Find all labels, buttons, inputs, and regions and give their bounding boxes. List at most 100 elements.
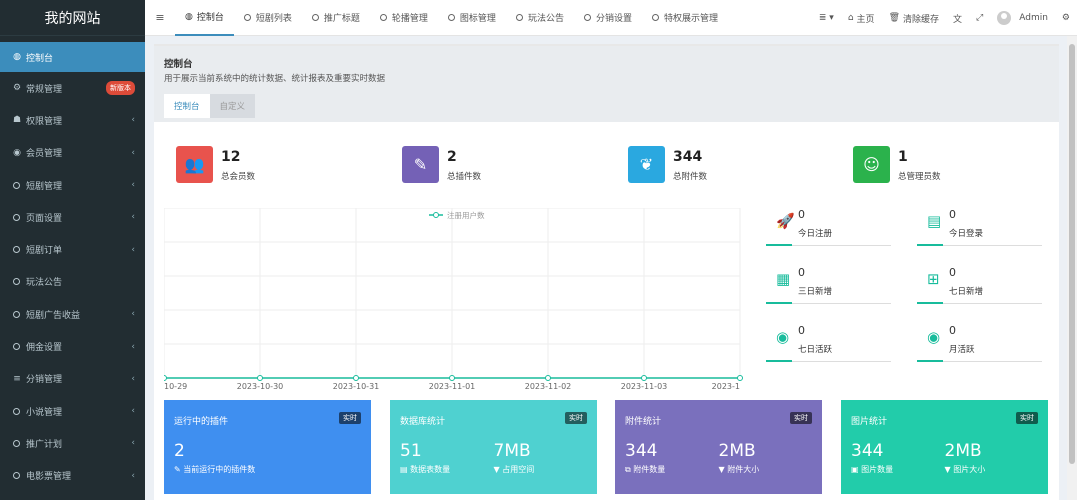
sidebar-item-commission[interactable]: 佣金设置 ‹	[0, 330, 145, 362]
home-link[interactable]: ⌂ 主页	[841, 12, 882, 25]
card-title: 数据库统计	[400, 417, 446, 427]
card-sub-text: 附件数量	[633, 465, 666, 474]
chevron-left-icon: ‹	[131, 406, 135, 417]
clear-cache-button[interactable]: 🗑 清除缓存	[882, 12, 946, 25]
tab-icons[interactable]: 图标管理	[438, 0, 506, 36]
stat-attachments: ❦ 344 总附件数	[628, 146, 707, 183]
data-point	[737, 375, 743, 381]
sidebar-item-promotion[interactable]: 推广计划 ‹	[0, 427, 145, 459]
scrollbar-thumb[interactable]	[1069, 44, 1075, 464]
vcard-icon: ▤	[927, 212, 942, 230]
data-point	[641, 375, 647, 381]
translate-icon[interactable]: 文	[946, 12, 969, 25]
settings-icon[interactable]: ⚙	[1055, 13, 1077, 23]
page-description: 用于展示当前系统中的统计数据、统计报表及重要实时数据	[164, 74, 386, 84]
tab-announcements[interactable]: 玩法公告	[506, 0, 574, 36]
main-content: 控制台 用于展示当前系统中的统计数据、统计报表及重要实时数据 控制台 自定义 👥…	[145, 36, 1067, 500]
sidebar-item-page-settings[interactable]: 页面设置 ‹	[0, 201, 145, 233]
circle-o-icon	[379, 14, 387, 21]
mini-stat-label: 七日活跃	[798, 345, 833, 355]
card-sub-text: 数据表数量	[410, 465, 451, 474]
stat-plugins: ✎ 2 总插件数	[402, 146, 481, 183]
sidebar-item-members[interactable]: ◉ 会员管理 ‹	[0, 137, 145, 169]
chevron-left-icon: ‹	[131, 244, 135, 255]
tab-drama-list[interactable]: 短剧列表	[234, 0, 302, 36]
trash-icon: 🗑	[888, 13, 900, 23]
card-database: 数据库统计 实时 51 7MB ▤ 数据表数量 ▼ 占用空间	[390, 400, 597, 494]
card-sub-text: 附件大小	[727, 465, 760, 474]
user-icon: ☺	[853, 146, 890, 183]
sidebar-item-drama-orders[interactable]: 短剧订单 ‹	[0, 233, 145, 265]
sidebar-item-ad-revenue[interactable]: 短剧广告收益 ‹	[0, 298, 145, 330]
mini-stat-value: 0	[949, 208, 956, 221]
mini-stat-value: 0	[798, 208, 805, 221]
card-sub-label: ⧉ 附件数量	[625, 464, 719, 475]
sidebar-item-distribution[interactable]: ≡ 分销管理 ‹	[0, 363, 145, 395]
sidebar-item-movie-tickets[interactable]: 电影票管理 ‹	[0, 460, 145, 492]
sidebar-item-label: 页面设置	[26, 213, 63, 224]
chevron-left-icon: ‹	[131, 115, 135, 126]
top-navbar: ≡ ◍ 控制台 短剧列表 推广标题 轮播管理 图标管理 玩法公告 分销设置 特权…	[145, 0, 1077, 36]
sidebar-item-label: 短剧订单	[26, 246, 63, 257]
card-sub-label: ✎ 当前运行中的插件数	[174, 464, 361, 475]
tab-distribution-settings[interactable]: 分销设置	[574, 0, 642, 36]
x-tick-label: 2023-1	[712, 382, 740, 391]
site-logo[interactable]: 我的网站	[0, 0, 145, 36]
circle-o-icon	[447, 14, 455, 21]
mini-stat-value: 0	[798, 266, 805, 279]
tab-label: 特权展示管理	[663, 14, 718, 24]
chevron-left-icon: ‹	[131, 309, 135, 320]
tab-label: 分销设置	[595, 14, 632, 24]
sidebar-item-novels[interactable]: 小说管理 ‹	[0, 395, 145, 427]
avatar	[997, 11, 1012, 25]
sidebar-item-drama[interactable]: 短剧管理 ‹	[0, 169, 145, 201]
group-icon: ☗	[12, 115, 22, 126]
home-icon: ⌂	[847, 13, 854, 23]
sidebar-item-general[interactable]: ⚙ 常规管理 新版本	[0, 72, 145, 104]
tab-dashboard[interactable]: ◍ 控制台	[175, 0, 234, 36]
tab-promo-titles[interactable]: 推广标题	[302, 0, 370, 36]
magic-icon: ✎	[402, 146, 439, 183]
user-menu[interactable]: Admin	[990, 11, 1055, 25]
mini-stat-value: 0	[798, 324, 805, 337]
sidebar-item-permissions[interactable]: ☗ 权限管理 ‹	[0, 104, 145, 136]
sidebar-item-label: 分销管理	[26, 375, 63, 386]
card-sub-label: ▼ 占用空间	[494, 464, 588, 475]
card-value: 344	[625, 441, 658, 461]
divider	[917, 302, 1042, 304]
tabs-dropdown-icon[interactable]: ≣ ▾	[812, 13, 841, 23]
stat-label: 总管理员数	[898, 172, 941, 182]
card-value: 7MB	[493, 441, 531, 461]
sidebar-item-label: 佣金设置	[26, 343, 63, 354]
tab-label: 图标管理	[459, 14, 496, 24]
calendar-plus-icon: ⊞	[927, 270, 940, 288]
registration-line-chart: 10-29 2023-10-30 2023-10-31 2023-11-01 2023-…	[164, 208, 743, 391]
tab-privilege-display[interactable]: 特权展示管理	[642, 0, 728, 36]
card-sub-text: 占用空间	[502, 465, 535, 474]
sidebar-item-dashboard[interactable]: ◍ 控制台	[0, 42, 145, 72]
card-attachments: 附件统计 实时 344 2MB ⧉ 附件数量 ▼ 附件大小	[615, 400, 822, 494]
card-value: 2MB	[718, 441, 756, 461]
card-sub-label: ▣ 图片数量	[851, 464, 945, 475]
users-icon: 👥	[176, 146, 213, 183]
sidebar-item-label: 控制台	[26, 53, 54, 64]
card-sub-label: ▼ 附件大小	[719, 464, 813, 475]
page-scrollbar[interactable]	[1067, 36, 1077, 500]
user-circle-icon: ◉	[776, 328, 790, 346]
sidebar-item-announcements[interactable]: 玩法公告	[0, 266, 145, 298]
menu-toggle-icon[interactable]: ≡	[145, 11, 175, 24]
tab-custom[interactable]: 自定义	[209, 94, 256, 118]
realtime-badge: 实时	[339, 412, 361, 424]
fullscreen-icon[interactable]: ⤢	[969, 13, 990, 23]
circle-o-icon	[13, 246, 20, 254]
mini-stat-label: 月活跃	[949, 345, 975, 355]
sidebar-item-label: 短剧管理	[26, 181, 63, 192]
divider	[917, 360, 1042, 362]
tab-carousel[interactable]: 轮播管理	[370, 0, 438, 36]
circle-o-icon	[311, 14, 319, 21]
tab-console[interactable]: 控制台	[164, 94, 210, 118]
dashboard-icon: ◍	[13, 52, 21, 62]
filter-icon: ▼	[944, 465, 954, 474]
image-icon: ▣	[851, 465, 862, 474]
sidebar-item-label: 常规管理	[26, 84, 63, 95]
